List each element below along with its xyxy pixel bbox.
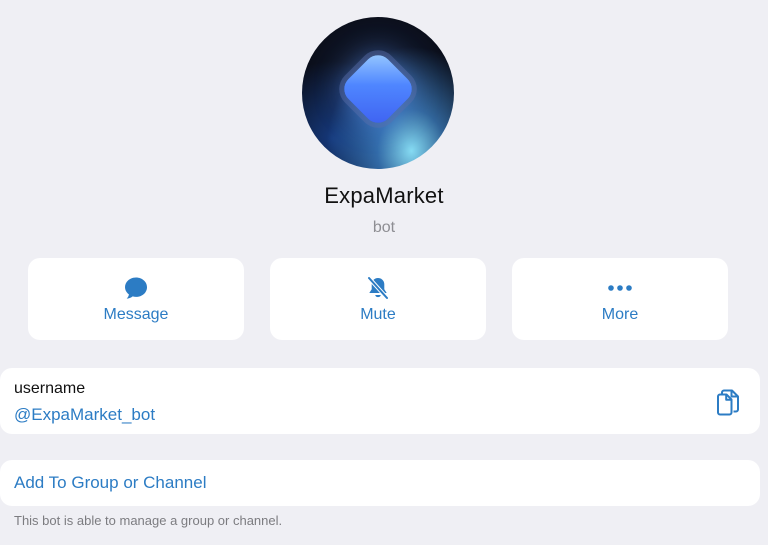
chat-bubble-icon [122, 274, 150, 302]
bot-profile-page: ExpaMarket bot Message Mute More usernam… [0, 0, 768, 545]
avatar-diamond-logo [338, 49, 418, 129]
bot-avatar[interactable] [302, 17, 454, 169]
bell-slash-icon [364, 274, 392, 302]
message-button-label: Message [103, 306, 169, 323]
profile-subtitle: bot [372, 219, 396, 236]
username-label: username [14, 380, 86, 397]
group-capability-note: This bot is able to manage a group or ch… [14, 513, 283, 528]
mute-button-label: Mute [360, 306, 396, 323]
copy-icon[interactable] [712, 386, 744, 418]
add-to-group-label: Add To Group or Channel [14, 473, 207, 492]
add-to-group-button[interactable]: Add To Group or Channel [0, 460, 760, 506]
profile-name: ExpaMarket [324, 183, 444, 208]
more-button[interactable]: More [512, 258, 728, 340]
username-value[interactable]: @ExpaMarket_bot [14, 405, 155, 425]
message-button[interactable]: Message [28, 258, 244, 340]
mute-button[interactable]: Mute [270, 258, 486, 340]
username-card[interactable]: username @ExpaMarket_bot [0, 368, 760, 434]
more-button-label: More [601, 306, 639, 323]
ellipsis-icon [606, 274, 634, 302]
